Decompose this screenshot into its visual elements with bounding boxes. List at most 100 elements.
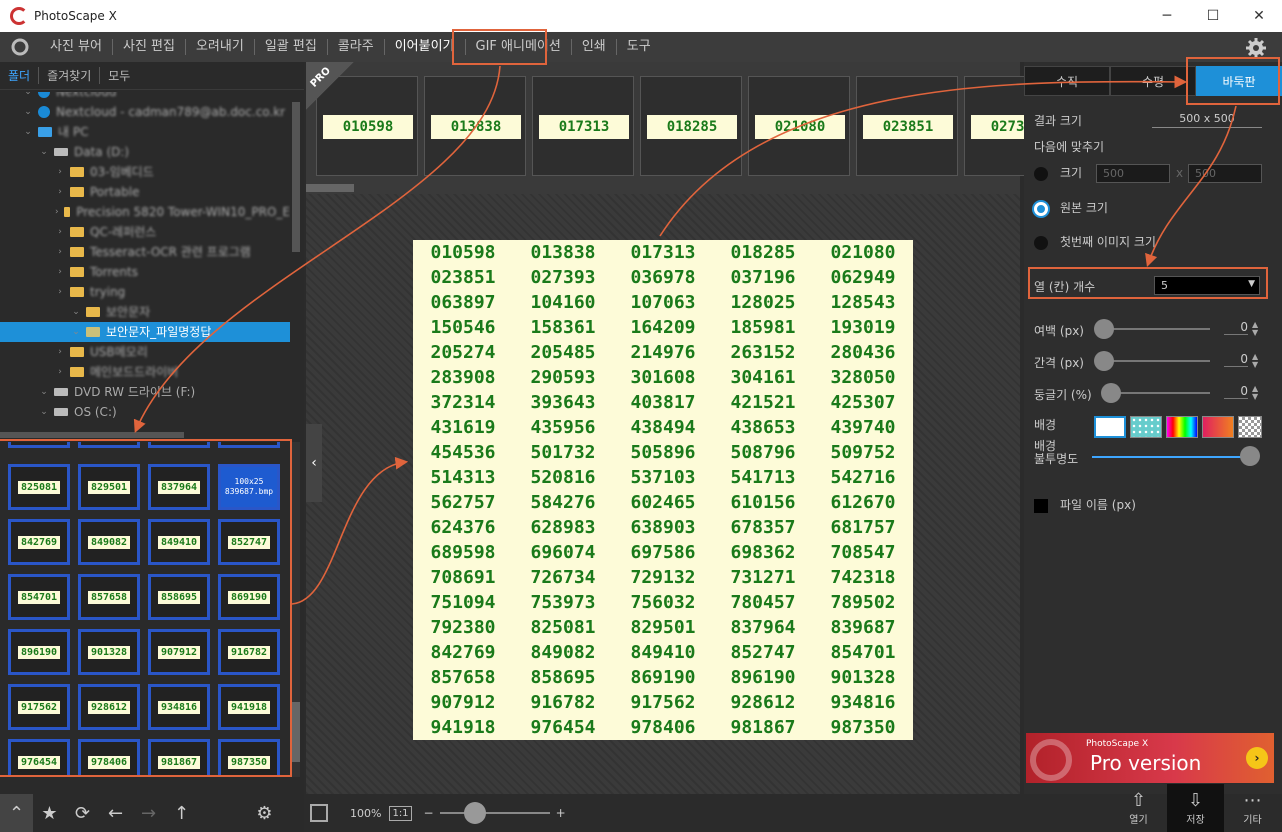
save-button[interactable]: ⇩ 저장 [1167, 784, 1224, 832]
chevron-up-icon[interactable]: ⌃ [0, 794, 33, 832]
strip-image[interactable]: 013838 [424, 76, 526, 176]
expand-chevron-icon[interactable]: ⌄ [38, 402, 50, 422]
thumbnail[interactable]: 896190 [8, 629, 70, 675]
thumbnail[interactable]: 917562 [8, 684, 70, 730]
menu-tab-1[interactable]: 사진 편집 [113, 32, 185, 62]
open-button[interactable]: ⇧ 열기 [1110, 784, 1167, 832]
bg-swatch-transparent[interactable] [1238, 416, 1262, 438]
gap-spinner[interactable]: ▲ ▼ [1252, 353, 1258, 369]
refresh-icon[interactable]: ⟳ [66, 794, 99, 832]
expand-chevron-icon[interactable]: › [54, 222, 66, 242]
tree-item[interactable]: ⌄ OS (C:) [0, 402, 290, 422]
tab-vertical[interactable]: 수직 [1024, 66, 1110, 96]
thumbnail[interactable]: 978406 [78, 739, 140, 777]
round-knob[interactable] [1101, 383, 1121, 403]
expand-chevron-icon[interactable]: › [54, 182, 66, 202]
round-value[interactable]: 0 [1224, 384, 1248, 399]
thumbnail[interactable] [218, 442, 280, 448]
forward-arrow-icon[interactable]: → [132, 794, 165, 832]
margin-slider[interactable] [1104, 328, 1210, 330]
minimize-button[interactable]: ─ [1144, 0, 1190, 32]
strip-scrollbar[interactable] [306, 184, 354, 192]
bg-swatch-pattern[interactable] [1130, 416, 1162, 438]
size-height-input[interactable]: 500 [1188, 164, 1262, 183]
menu-tab-6[interactable]: GIF 애니메이션 [466, 32, 571, 62]
tree-item[interactable]: ⌄ 내 PC [0, 122, 290, 142]
bg-opacity-knob[interactable] [1240, 446, 1260, 466]
expand-chevron-icon[interactable]: ⌄ [22, 122, 34, 142]
thumbnail[interactable]: 928612 [78, 684, 140, 730]
thumbnail[interactable]: 849410 [148, 519, 210, 565]
fit-screen-icon[interactable] [310, 804, 328, 822]
bg-swatch-rainbow[interactable] [1166, 416, 1198, 438]
menu-tab-8[interactable]: 도구 [617, 32, 661, 62]
pro-version-ad[interactable]: PhotoScape X Pro version › [1026, 733, 1274, 783]
strip-image[interactable]: 018285 [640, 76, 742, 176]
thumbnail[interactable]: 907912 [148, 629, 210, 675]
thumbnail[interactable]: 916782 [218, 629, 280, 675]
expand-chevron-icon[interactable]: ⌄ [22, 102, 34, 122]
gap-value[interactable]: 0 [1224, 352, 1248, 367]
radio-size[interactable]: 크기 [1034, 164, 1082, 181]
tree-item[interactable]: › Tesseract-OCR 관련 프로그램 [0, 242, 290, 262]
margin-knob[interactable] [1094, 319, 1114, 339]
expand-chevron-icon[interactable]: ⌄ [22, 92, 34, 102]
tree-item[interactable]: › Portable [0, 182, 290, 202]
menu-tab-5[interactable]: 이어붙이기 [385, 32, 465, 62]
radio-first-image-size[interactable]: 첫번째 이미지 크기 [1034, 233, 1156, 250]
expand-chevron-icon[interactable]: › [54, 162, 66, 182]
thumbnail[interactable]: 849082 [78, 519, 140, 565]
round-spinner[interactable]: ▲ ▼ [1252, 385, 1258, 401]
zoom-in-icon[interactable]: + [556, 806, 566, 820]
menu-tab-3[interactable]: 일괄 편집 [255, 32, 327, 62]
thumbnail[interactable]: 854701 [8, 574, 70, 620]
thumbnail[interactable]: 869190 [218, 574, 280, 620]
strip-image[interactable]: 017313 [532, 76, 634, 176]
tree-item[interactable]: › Precision 5820 Tower-WIN10_PRO_E [0, 202, 290, 222]
gear-icon[interactable]: ⚙ [248, 794, 281, 832]
tab-favorites[interactable]: 즐겨찾기 [38, 67, 99, 84]
expand-chevron-icon[interactable]: › [54, 362, 66, 382]
tree-item[interactable]: ⌄ Nextcloud [0, 92, 290, 102]
tree-scrollbar[interactable] [292, 102, 300, 252]
tree-item[interactable]: › 메인보드드라이버 [0, 362, 290, 382]
tab-folders[interactable]: 폴더 [0, 67, 38, 84]
tree-item[interactable]: ⌄ 보안문자_파일명정답 [0, 322, 290, 342]
thumbnail[interactable] [148, 442, 210, 448]
strip-image[interactable]: 023851 [856, 76, 958, 176]
thumbnail[interactable] [78, 442, 140, 448]
tab-horizontal[interactable]: 수평 [1110, 66, 1196, 96]
pro-version-badge[interactable]: PRO [306, 62, 354, 110]
bg-swatch-gradient[interactable] [1202, 416, 1234, 438]
gap-knob[interactable] [1094, 351, 1114, 371]
expand-chevron-icon[interactable]: › [54, 342, 66, 362]
home-button[interactable] [0, 32, 40, 62]
columns-select[interactable]: 5 ▼ [1154, 276, 1260, 295]
thumbnail[interactable]: 987350 [218, 739, 280, 777]
menu-tab-4[interactable]: 콜라주 [328, 32, 384, 62]
tree-item[interactable]: › QC-레퍼런스 [0, 222, 290, 242]
thumbnail[interactable]: 842769 [8, 519, 70, 565]
one-to-one-button[interactable]: 1:1 [389, 805, 412, 821]
expand-chevron-icon[interactable]: › [54, 242, 66, 262]
strip-image[interactable]: 021080 [748, 76, 850, 176]
tree-item[interactable]: › 03-임베디드 [0, 162, 290, 182]
expand-chevron-icon[interactable]: › [54, 262, 66, 282]
tab-all[interactable]: 모두 [99, 67, 138, 84]
menu-tab-7[interactable]: 인쇄 [572, 32, 616, 62]
ad-arrow-icon[interactable]: › [1246, 747, 1268, 769]
zoom-out-icon[interactable]: − [424, 806, 434, 820]
margin-value[interactable]: 0 [1224, 320, 1248, 335]
thumbnail[interactable]: 852747 [218, 519, 280, 565]
filename-checkbox[interactable]: 파일 이름 (px) [1034, 496, 1136, 513]
thumbnail[interactable]: 901328 [78, 629, 140, 675]
thumbnail[interactable]: 981867 [148, 739, 210, 777]
thumbnail[interactable]: 825081 [8, 464, 70, 510]
thumbnail[interactable]: 858695 [148, 574, 210, 620]
thumbnail-scrollbar[interactable] [292, 442, 300, 777]
more-button[interactable]: ⋯ 기타 [1224, 784, 1281, 832]
thumbnail[interactable]: 857658 [78, 574, 140, 620]
radio-original-size[interactable]: 원본 크기 [1034, 199, 1108, 216]
tree-item[interactable]: ⌄ Nextcloud - cadman789@ab.doc.co.kr [0, 102, 290, 122]
close-button[interactable]: ✕ [1236, 0, 1282, 32]
